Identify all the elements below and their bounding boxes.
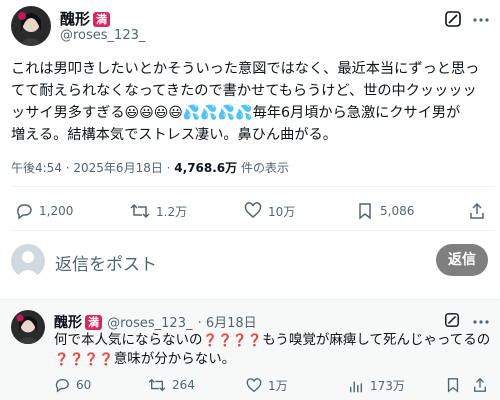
repost-icon bbox=[130, 203, 150, 219]
tweet-text-line: これは男叩きしたいとかそういった意図ではなく、最近本当にずっと思っ bbox=[11, 61, 480, 77]
divider bbox=[11, 186, 495, 187]
reply-text-line: ❓❓❓❓意味が分からない。 bbox=[54, 351, 236, 367]
share-icon bbox=[474, 377, 486, 392]
grok-icon[interactable] bbox=[444, 10, 462, 32]
author-name-row[interactable]: 醜形満 bbox=[60, 8, 111, 29]
tweet-text-line: てて耐えられなくなってきたので書かせてもらうけど、世の中クッッッッ bbox=[11, 83, 477, 99]
views-icon bbox=[349, 381, 363, 392]
reply-repost-button[interactable]: 264 bbox=[148, 377, 195, 393]
views-label: 件の表示 bbox=[240, 161, 289, 175]
reply-text-line: 何で本人気にならないの❓❓❓❓もう嗅覚が麻痺して死んじゃってるの bbox=[54, 332, 491, 348]
like-action-button[interactable]: 10万 bbox=[244, 202, 295, 220]
bookmark-action-button[interactable]: 5,086 bbox=[356, 202, 414, 220]
question-marks: ❓❓❓❓ bbox=[202, 333, 263, 347]
reply-like-button[interactable]: 1万 bbox=[246, 377, 288, 394]
tweet-text-line: 増える。結構本気でストレス凄い。鼻ひん曲がる。 bbox=[11, 127, 337, 143]
current-user-avatar bbox=[11, 244, 45, 278]
tweet-text: これは男叩きしたいとかそういった意図ではなく、最近本当にずっと思っ てて耐えられ… bbox=[11, 58, 495, 146]
bookmark-icon bbox=[359, 203, 371, 220]
author-avatar[interactable] bbox=[11, 6, 51, 46]
heart-icon bbox=[246, 377, 262, 392]
author-name[interactable]: 醜形 bbox=[60, 10, 90, 28]
emoji-sequence: 😃😃😃😃💦💦💦💦 bbox=[124, 105, 253, 121]
reply-icon bbox=[17, 204, 32, 220]
reply-reply-button[interactable]: 60 bbox=[54, 377, 91, 393]
reply-author-avatar[interactable] bbox=[11, 310, 45, 344]
reply-bookmark-button[interactable] bbox=[445, 377, 467, 393]
author-badge: 満 bbox=[93, 12, 111, 27]
reply-action-button[interactable]: 1,200 bbox=[15, 202, 73, 220]
reply-text: 何で本人気にならないの❓❓❓❓もう嗅覚が麻痺して死んじゃってるの ❓❓❓❓意味が… bbox=[54, 331, 494, 369]
bookmark-icon bbox=[447, 378, 459, 393]
reply-author-badge: 満 bbox=[85, 315, 102, 330]
divider bbox=[0, 299, 500, 300]
reply-author-handle[interactable]: @roses_123_ bbox=[107, 316, 192, 331]
more-options-icon[interactable] bbox=[472, 12, 490, 31]
reply-author-name[interactable]: 醜形 bbox=[54, 315, 82, 331]
share-icon bbox=[470, 202, 484, 219]
share-action-button[interactable] bbox=[468, 202, 492, 220]
repost-icon bbox=[148, 378, 166, 392]
views-count[interactable]: 4,768.6万 bbox=[174, 161, 237, 175]
reply-grok-icon[interactable] bbox=[444, 312, 460, 332]
tweet-meta: 午後4:54 · 2025年6月18日 · 4,768.6万 件の表示 bbox=[11, 159, 289, 176]
reply-input[interactable]: 返信をポスト bbox=[55, 250, 157, 275]
repost-action-button[interactable]: 1.2万 bbox=[130, 202, 187, 220]
reply-share-button[interactable] bbox=[472, 377, 494, 393]
reply-date[interactable]: · 6月18日 bbox=[198, 316, 257, 331]
heart-icon bbox=[244, 202, 262, 218]
reply-author-row: 醜形満 @roses_123_ · 6月18日 bbox=[54, 312, 257, 332]
question-marks: ❓❓❓❓ bbox=[54, 352, 114, 366]
reply-submit-button[interactable]: 返信 bbox=[436, 244, 488, 276]
reply-views-button[interactable]: 173万 bbox=[348, 377, 405, 394]
divider bbox=[11, 230, 495, 231]
timestamp[interactable]: 午後4:54 · 2025年6月18日 · bbox=[11, 161, 174, 175]
author-handle[interactable]: @roses_123_ bbox=[60, 28, 145, 43]
reply-icon bbox=[55, 379, 69, 393]
tweet-text-line: ッサイ男多すぎる😃😃😃😃💦💦💦💦毎年6月頃から急激にクサイ男が bbox=[11, 105, 461, 121]
